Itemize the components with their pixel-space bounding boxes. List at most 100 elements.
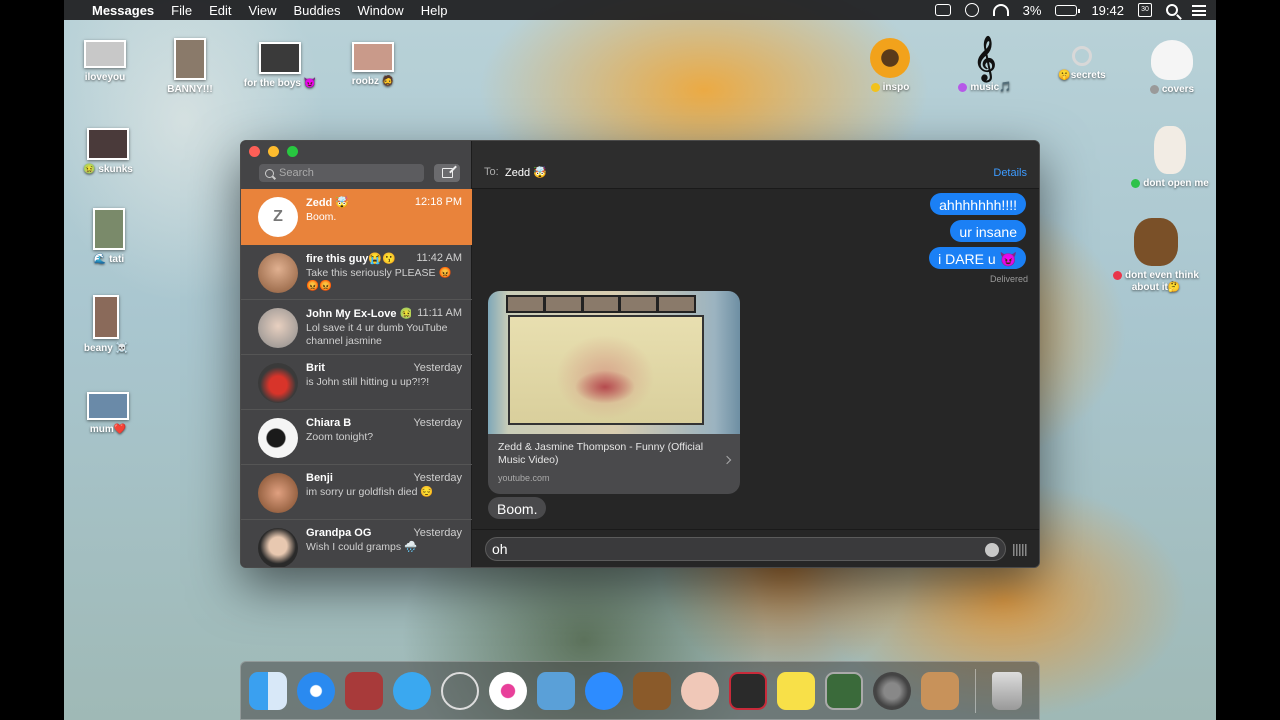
garageband-icon[interactable] [633,671,671,710]
desktop-folder-dont-even-think[interactable]: dont even think about it🤔 [1110,218,1202,294]
compose-icon [441,168,453,178]
link-preview-card[interactable]: Zedd & Jasmine Thompson - Funny (Officia… [488,291,740,494]
photo-booth-red-icon[interactable] [729,671,767,710]
message-input[interactable] [485,537,1006,561]
desktop-icon-banny[interactable]: BANNY!!! [145,38,235,95]
treble-clef-icon: 𝄞 [973,38,997,80]
desktop-icon-for-the-boys[interactable]: for the boys 😈 [235,42,325,89]
messages-icon[interactable] [393,671,431,710]
contact-name: Chiara B [306,417,352,429]
conversation-fire-this-guy[interactable]: fire this guy😭😗 11:42 AM Take this serio… [241,245,472,300]
message-bubble-outgoing[interactable]: ahhhhhhh!!!! [930,193,1026,215]
conversation-time: 11:11 AM [417,307,462,319]
message-bubble-outgoing[interactable]: i DARE u 😈 [929,247,1026,269]
conversation-time: 12:18 PM [414,196,462,208]
window-controls [249,146,298,157]
wifi-icon[interactable] [992,4,1009,16]
avatar [258,473,298,513]
message-preview: Lol save it 4 ur dumb YouTube channel ja… [306,322,448,347]
zoom-button[interactable] [287,146,298,157]
desktop-folder-music[interactable]: 𝄞 music🎵 [940,36,1030,93]
chat-pane: To: Zedd 🤯 Details ahhhhhhh!!!! ur insan… [472,141,1039,567]
bunny-icon [1151,40,1193,80]
desktop-folder-dont-open-me[interactable]: dont open me [1115,126,1216,189]
message-bubble-incoming[interactable]: Boom. [488,497,547,519]
video-frame [508,315,704,425]
contacts-icon[interactable] [921,671,959,710]
conversation-time: Yesterday [413,527,462,539]
message-preview: im sorry ur goldfish died 😔 [306,486,434,498]
creative-cloud-icon[interactable] [964,3,979,17]
menu-edit[interactable]: Edit [209,3,231,18]
conversation-john[interactable]: John My Ex-Love 🤢... 11:11 AM Lol save i… [241,300,472,355]
desktop-icon-label: inspo [882,82,910,93]
close-button[interactable] [249,146,260,157]
face-app-icon[interactable] [681,671,719,710]
lion-icon [1134,218,1178,266]
contact-name: Benji [306,472,333,484]
menu-view[interactable]: View [249,3,277,18]
conversation-brit[interactable]: Brit Yesterday is John still hitting u u… [241,355,472,410]
desktop-icon-label: 🌊 tati [93,254,125,265]
photo-thumbnail [87,392,129,420]
tag-dot-icon [1131,178,1141,188]
desktop-icon-mum[interactable]: mum❤️ [64,392,153,435]
message-bubble-outgoing[interactable]: ur insane [950,220,1026,242]
battery-percent: 3% [1022,2,1042,18]
conversation-chiara[interactable]: Chiara B Yesterday Zoom tonight? [241,410,472,465]
audio-message-icon[interactable] [1013,544,1027,556]
seal-app-icon[interactable] [537,671,575,710]
photo-booth-icon[interactable] [345,671,383,710]
music-icon[interactable] [489,671,527,710]
desktop-icon-label: dont even think about it🤔 [1125,270,1199,293]
message-preview: is John still hitting u up?!?! [306,376,430,388]
desktop-icon-skunks[interactable]: 🤢 skunks [64,128,153,175]
conversation-zedd[interactable]: Z Zedd 🤯 12:18 PM Boom. [241,189,472,245]
trash-icon[interactable] [992,671,1022,710]
safari-icon[interactable] [297,671,335,710]
preview-icon[interactable] [825,671,863,710]
launchpad-icon[interactable] [441,671,479,710]
desktop-folder-inspo[interactable]: inspo [845,38,935,93]
menu-app-name[interactable]: Messages [92,3,154,18]
notification-center-icon[interactable] [1192,4,1206,16]
calendar-icon[interactable]: 30 [1138,3,1152,17]
conversation-time: 11:42 AM [416,252,462,264]
menu-buddies[interactable]: Buddies [293,3,340,18]
desktop-icon-iloveyou[interactable]: iloveyou [64,40,150,83]
sunflower-icon [870,38,910,78]
desktop-folder-secrets[interactable]: 🤫secrets [1037,40,1127,81]
system-preferences-icon[interactable] [873,671,911,710]
conversation-grandpa[interactable]: Grandpa OG Yesterday Wish I could gramps… [241,520,472,567]
battery-icon[interactable] [1055,4,1081,16]
desktop: Messages File Edit View Buddies Window H… [64,0,1216,720]
finder-icon[interactable] [249,671,287,710]
zoom-icon[interactable] [585,671,623,710]
desktop-icon-tati[interactable]: 🌊 tati [64,208,154,265]
spotlight-search-icon[interactable] [1166,4,1178,16]
recipient-name[interactable]: Zedd 🤯 [505,166,547,179]
desktop-folder-covers[interactable]: covers [1127,40,1216,95]
desktop-icon-label: BANNY!!! [167,84,213,95]
search-field[interactable]: Search [259,164,424,182]
desktop-icon-beany[interactable]: beany ☠️ [64,295,151,354]
desktop-icon-roobz[interactable]: roobz 🧔 [328,42,418,87]
desktop-icon-label: music🎵 [970,82,1012,93]
photo-thumbnail [87,128,129,160]
compose-button[interactable] [434,164,460,182]
messages-window: Search Z Zedd 🤯 12:18 PM Boom. fire this… [240,140,1040,568]
zoom-status-icon[interactable] [934,4,951,16]
emoji-icon[interactable] [985,543,999,557]
stickies-icon[interactable] [777,671,815,710]
details-button[interactable]: Details [993,167,1027,179]
menu-help[interactable]: Help [421,3,448,18]
conversation-benji[interactable]: Benji Yesterday im sorry ur goldfish die… [241,465,472,520]
minimize-button[interactable] [268,146,279,157]
desktop-icon-label: roobz 🧔 [351,76,395,87]
menu-window[interactable]: Window [357,3,403,18]
delivered-status: Delivered [989,274,1028,284]
key-icon [1072,46,1092,66]
clock[interactable]: 19:42 [1091,3,1124,18]
menu-file[interactable]: File [171,3,192,18]
desktop-icon-label: dont open me [1143,178,1209,189]
